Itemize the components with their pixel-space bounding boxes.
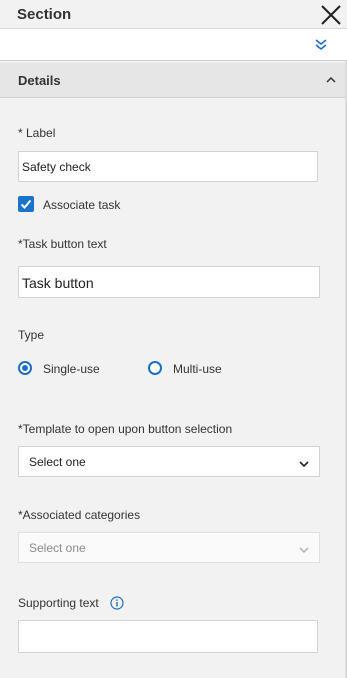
task-button-input-value: Task button [22, 275, 94, 291]
multi-use-label: Multi-use [173, 362, 222, 376]
type-label: Type [18, 328, 45, 342]
details-section-header[interactable]: Details [0, 63, 345, 98]
expand-bar[interactable] [0, 28, 347, 61]
close-icon[interactable] [320, 4, 342, 26]
label-input[interactable]: Safety check [18, 151, 318, 182]
details-title: Details [18, 73, 61, 88]
associate-task-label: Associate task [43, 198, 121, 212]
categories-select[interactable]: Select one [18, 532, 320, 563]
chevron-up-icon[interactable] [325, 74, 337, 86]
checkmark-icon [20, 199, 32, 209]
associate-task-checkbox[interactable] [18, 196, 34, 212]
radio-selected-dot [22, 365, 28, 371]
supporting-text-input[interactable] [18, 620, 318, 653]
label-field-label: * Label [18, 126, 56, 140]
task-button-input[interactable]: Task button [18, 266, 320, 298]
categories-select-value: Select one [29, 541, 86, 555]
template-select-value: Select one [29, 455, 86, 469]
panel-title: Section [17, 6, 72, 23]
double-chevron-down-icon[interactable] [314, 38, 328, 52]
label-input-value: Safety check [22, 160, 91, 174]
template-field-label: *Template to open upon button selection [18, 422, 233, 436]
single-use-label: Single-use [43, 362, 100, 376]
supporting-text-label: Supporting text [18, 596, 99, 610]
template-select[interactable]: Select one [18, 446, 320, 477]
categories-field-label: *Associated categories [18, 508, 141, 522]
chevron-down-icon [299, 461, 309, 468]
chevron-down-icon [299, 547, 309, 553]
panel-header: Section [0, 0, 347, 28]
single-use-radio[interactable] [18, 361, 32, 375]
task-button-field-label: *Task button text [18, 237, 107, 251]
info-icon[interactable] [110, 596, 124, 610]
multi-use-radio[interactable] [148, 361, 162, 375]
